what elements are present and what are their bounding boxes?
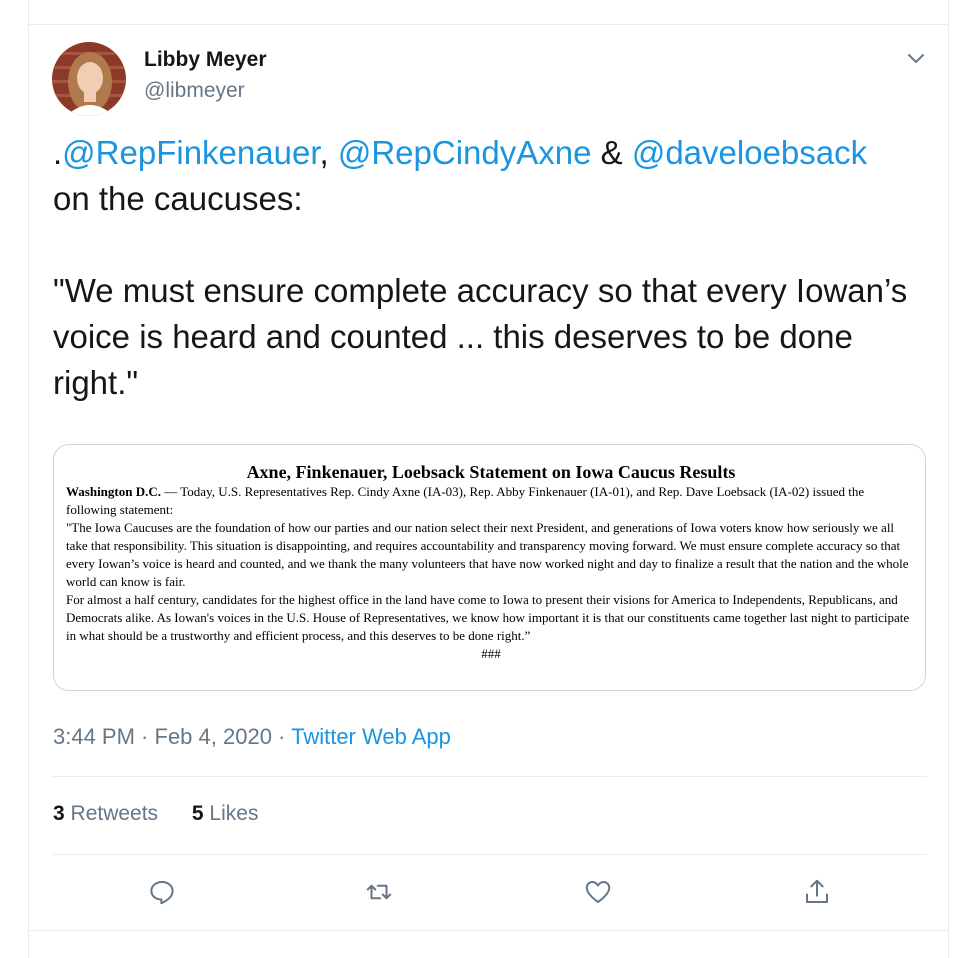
tweet-stats: 3 Retweets 5 Likes — [53, 802, 286, 826]
retweets-label: Retweets — [64, 802, 159, 825]
tweet-line-1: .@RepFinkenauer, @RepCindyAxne & @davelo… — [53, 130, 923, 176]
likes-label: Likes — [203, 802, 259, 825]
tweet-source[interactable]: Twitter Web App — [291, 724, 451, 749]
document-intro: Washington D.C. — Today, U.S. Representa… — [66, 483, 916, 519]
mention-repcindyaxne[interactable]: @RepCindyAxne — [338, 134, 592, 171]
tweet-text: .@RepFinkenauer, @RepCindyAxne & @davelo… — [53, 130, 923, 406]
media-image[interactable]: Axne, Finkenauer, Loebsack Statement on … — [53, 444, 926, 691]
chevron-down-icon[interactable] — [904, 47, 928, 71]
tweet-comma: , — [319, 134, 338, 171]
author-name[interactable]: Libby Meyer — [144, 48, 267, 72]
retweet-button[interactable] — [359, 872, 399, 912]
meta-separator: · — [134, 724, 155, 749]
share-button[interactable] — [797, 872, 837, 912]
action-bar — [29, 872, 948, 912]
tweet-meta: 3:44 PM · Feb 4, 2020 · Twitter Web App — [53, 724, 451, 750]
document-dateline: Washington D.C. — [66, 484, 161, 499]
mention-daveloebsack[interactable]: @daveloebsack — [632, 134, 867, 171]
tweet-line-2: on the caucuses: — [53, 180, 303, 217]
retweets-stat[interactable]: 3 Retweets — [53, 802, 158, 825]
divider — [53, 854, 927, 855]
document-end-mark: ### — [481, 646, 501, 661]
statement-document: Axne, Finkenauer, Loebsack Statement on … — [66, 461, 916, 663]
mention-repfinkenauer[interactable]: @RepFinkenauer — [62, 134, 319, 171]
retweet-icon — [366, 884, 392, 900]
divider — [53, 776, 927, 777]
tweet-card: Libby Meyer @libmeyer .@RepFinkenauer, @… — [28, 0, 949, 958]
tweet-date[interactable]: Feb 4, 2020 — [155, 724, 272, 749]
tweet-prefix: . — [53, 134, 63, 171]
meta-separator: · — [271, 724, 292, 749]
tweet-quote: "We must ensure complete accuracy so tha… — [53, 272, 908, 401]
author-handle[interactable]: @libmeyer — [144, 79, 245, 103]
reply-icon — [150, 881, 174, 905]
heart-icon — [585, 881, 611, 903]
likes-stat[interactable]: 5 Likes — [192, 802, 259, 825]
document-paragraph-2: For almost a half century, candidates fo… — [66, 592, 910, 643]
likes-count: 5 — [191, 802, 204, 825]
avatar[interactable] — [52, 42, 126, 116]
bottom-divider — [29, 930, 948, 931]
like-button[interactable] — [578, 872, 618, 912]
document-paragraph-1: "The Iowa Caucuses are the foundation of… — [66, 520, 909, 589]
document-title: Axne, Finkenauer, Loebsack Statement on … — [246, 462, 736, 482]
share-icon — [806, 879, 828, 903]
tweet-time[interactable]: 3:44 PM — [53, 724, 135, 749]
avatar-photo — [52, 42, 126, 116]
top-divider — [29, 24, 948, 25]
tweet-ampersand: & — [591, 134, 632, 171]
document-intro-text: — Today, U.S. Representatives Rep. Cindy… — [66, 484, 865, 517]
retweets-count: 3 — [53, 802, 65, 825]
reply-button[interactable] — [142, 872, 182, 912]
